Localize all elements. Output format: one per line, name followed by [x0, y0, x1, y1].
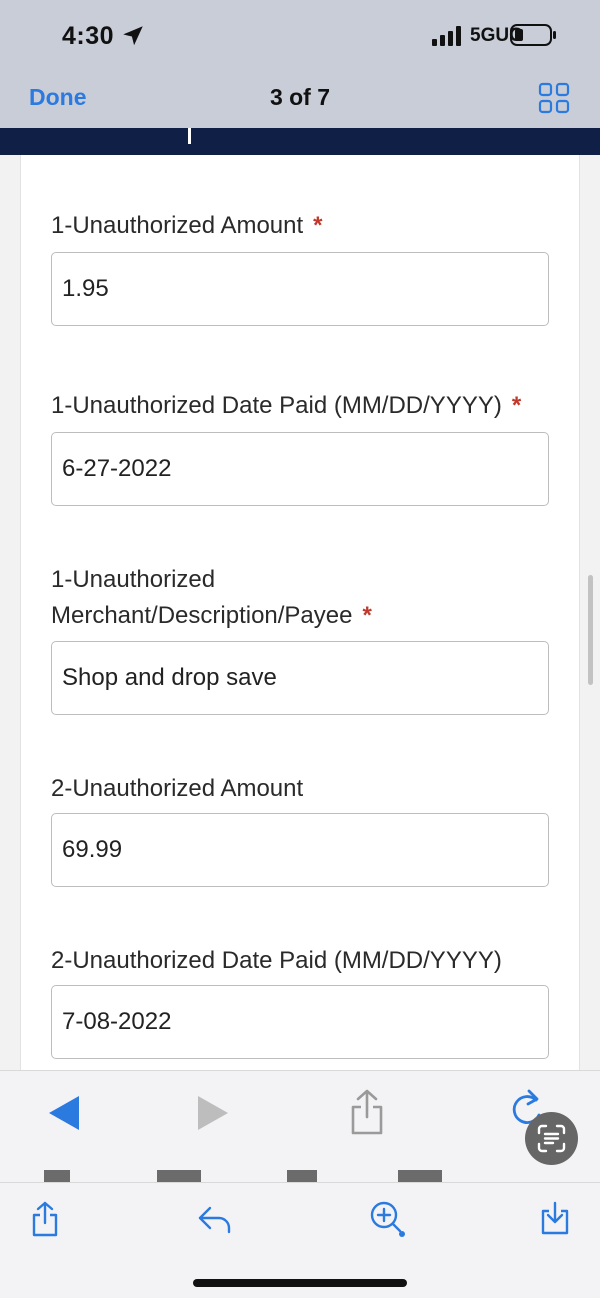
hidden-icon-fragment [287, 1170, 317, 1182]
share-icon[interactable] [349, 1089, 385, 1135]
header-text-fragment [188, 128, 191, 144]
share-icon[interactable] [31, 1201, 59, 1237]
scrollbar[interactable] [588, 575, 593, 685]
page-indicator: 3 of 7 [269, 84, 331, 110]
grid-icon[interactable] [538, 82, 570, 114]
hidden-icon-fragment [44, 1170, 70, 1182]
required-marker: * [362, 602, 372, 629]
label-text: 1-Unauthorized Date Paid (MM/DD/YYYY) [51, 392, 502, 419]
download-icon[interactable] [540, 1201, 570, 1235]
amount-2-input[interactable] [51, 813, 549, 887]
reply-icon[interactable] [197, 1205, 233, 1235]
home-indicator[interactable] [193, 1279, 407, 1287]
text-scan-button[interactable] [525, 1112, 578, 1165]
document-header-band [0, 128, 600, 155]
status-bar: 4:30 5GUC [0, 0, 600, 72]
merchant-1-input[interactable] [51, 641, 549, 715]
amount-1-input[interactable] [51, 252, 549, 326]
date-paid-2-input[interactable] [51, 985, 549, 1059]
field-label-2-amount: 2-Unauthorized Amount [51, 771, 549, 807]
field-label-1-merchant: 1-Unauthorized Merchant/Description/Paye… [51, 562, 549, 634]
status-time: 4:30 [62, 22, 115, 50]
label-text: 2-Unauthorized Amount [51, 775, 304, 802]
text-scan-icon [537, 1124, 566, 1153]
done-button[interactable]: Done [29, 84, 87, 111]
label-text: 1-Unauthorized Amount [51, 212, 304, 239]
label-text-line1: 1-Unauthorized [51, 566, 216, 593]
nav-bar: Done 3 of 7 [0, 72, 600, 128]
forward-arrow-icon[interactable] [196, 1095, 230, 1131]
battery-icon [510, 24, 556, 46]
location-arrow-icon [123, 26, 143, 46]
back-arrow-icon[interactable] [47, 1095, 81, 1131]
date-paid-1-input[interactable] [51, 432, 549, 506]
field-label-2-date: 2-Unauthorized Date Paid (MM/DD/YYYY) [51, 943, 549, 979]
field-label-1-date: 1-Unauthorized Date Paid (MM/DD/YYYY) * [51, 388, 549, 424]
label-text-line2: Merchant/Description/Payee [51, 602, 353, 629]
zoom-add-icon[interactable] [368, 1199, 408, 1239]
browser-toolbar [0, 1070, 600, 1182]
signal-icon [432, 26, 461, 46]
hidden-icon-fragment [398, 1170, 442, 1182]
field-label-1-amount: 1-Unauthorized Amount * [51, 208, 549, 244]
required-marker: * [313, 212, 323, 239]
hidden-icon-fragment [157, 1170, 201, 1182]
label-text: 2-Unauthorized Date Paid (MM/DD/YYYY) [51, 947, 502, 974]
required-marker: * [511, 392, 522, 419]
